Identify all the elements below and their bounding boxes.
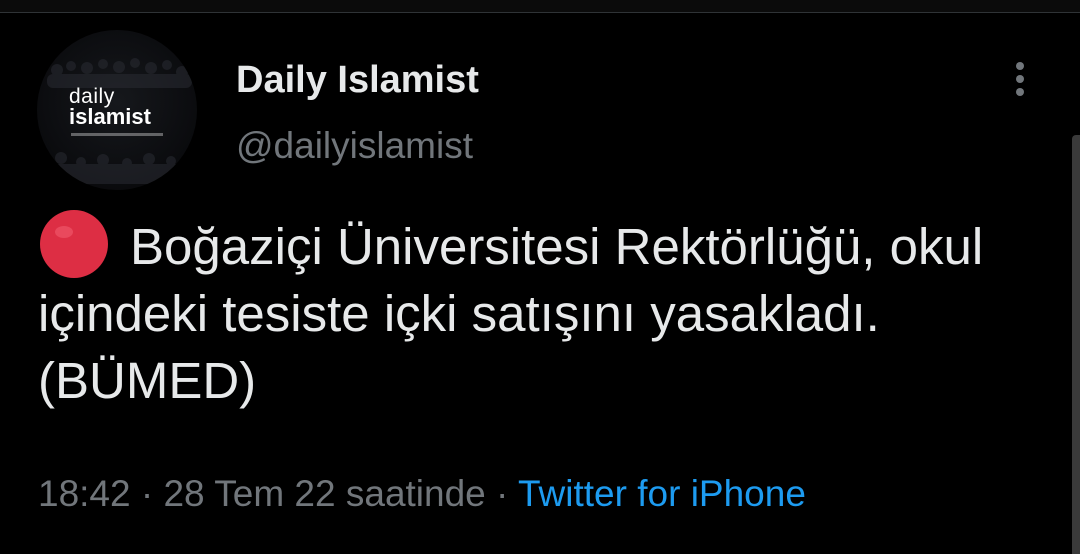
more-vertical-icon <box>1016 62 1024 70</box>
tweet-text: Boğaziçi Üniversitesi Rektörlüğü, okul i… <box>38 208 1028 414</box>
author-display-name[interactable]: Daily Islamist <box>236 59 479 102</box>
scrollbar[interactable] <box>1072 135 1080 554</box>
more-vertical-icon-dot <box>1016 88 1024 96</box>
author-handle[interactable]: @dailyislamist <box>236 125 473 167</box>
meta-separator: · <box>496 473 509 514</box>
tweet-meta: 18:42 · 28 Tem 22 saatinde · Twitter for… <box>38 473 806 515</box>
tweet-source-link[interactable]: Twitter for iPhone <box>518 473 806 514</box>
tweet-body: Boğaziçi Üniversitesi Rektörlüğü, okul i… <box>38 218 984 409</box>
tweet-time[interactable]: 18:42 <box>38 473 131 514</box>
top-divider <box>0 0 1080 13</box>
more-vertical-icon-dot <box>1016 75 1024 83</box>
more-options-button[interactable] <box>1005 58 1035 100</box>
tweet-date[interactable]: 28 Tem 22 saatinde <box>163 473 485 514</box>
avatar[interactable]: daily islamist <box>37 30 197 190</box>
red-circle-emoji-icon <box>40 210 108 278</box>
meta-separator: · <box>140 473 154 514</box>
avatar-logo-tagline <box>71 133 163 136</box>
avatar-logo-islamist: islamist <box>69 104 151 129</box>
